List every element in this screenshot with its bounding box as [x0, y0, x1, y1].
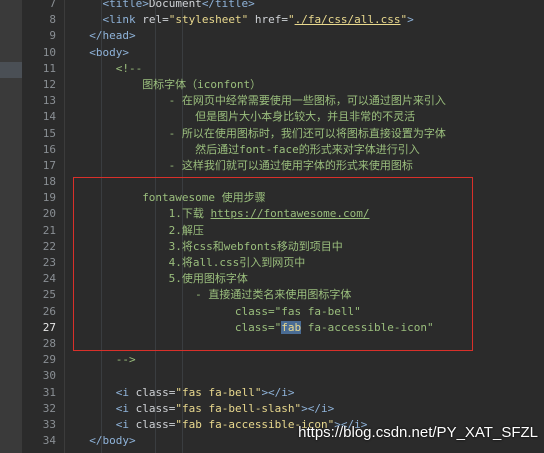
- code-token: <i: [115, 417, 136, 431]
- line-number: 20: [42, 207, 56, 221]
- code-line[interactable]: 10 <body>: [0, 45, 544, 61]
- code-line[interactable]: 29 -->: [0, 352, 544, 368]
- line-code: 但是图片大小本身比较大，并且非常的不灵活: [195, 109, 415, 125]
- code-line[interactable]: 31 <i class="fas fa-bell"></i>: [0, 385, 544, 401]
- code-token: - 所以在使用图标时，我们还可以将图标直接设置为字体: [168, 126, 446, 140]
- line-number: 21: [42, 223, 56, 237]
- line-code: 图标字体（iconfont）: [142, 77, 261, 93]
- code-token: 图标字体（iconfont）: [142, 77, 262, 91]
- code-line[interactable]: 12 图标字体（iconfont）: [0, 77, 544, 93]
- line-number: 27: [42, 320, 56, 334]
- code-line[interactable]: 11 <!--: [0, 61, 544, 77]
- code-line[interactable]: 17 - 这样我们就可以通过使用字体的形式来使用图标: [0, 158, 544, 174]
- line-code: <!--: [116, 61, 143, 77]
- line-number: 28: [42, 336, 56, 350]
- code-token: "fas fa-bell": [175, 385, 262, 399]
- code-token: ></i>: [261, 385, 295, 399]
- code-token: ./fa/css/all.css: [294, 13, 401, 27]
- line-number: 26: [42, 304, 56, 318]
- line-code: </head>: [89, 28, 135, 44]
- line-number: 17: [42, 158, 56, 172]
- code-token: ></i>: [301, 401, 335, 415]
- watermark-text: https://blog.csdn.net/PY_XAT_SFZL: [298, 424, 538, 441]
- line-code: <title>Document</title>: [102, 0, 254, 12]
- code-token: href=: [248, 13, 288, 27]
- code-token: <i: [115, 401, 136, 415]
- code-line[interactable]: 16 然后通过font-face的形式来对字体进行引入: [0, 142, 544, 158]
- line-number: 22: [42, 239, 56, 253]
- code-line[interactable]: 30: [0, 368, 544, 384]
- code-token: </body>: [89, 434, 136, 448]
- code-token: 但是图片大小本身比较大，并且非常的不灵活: [195, 110, 416, 124]
- code-line[interactable]: 8 <link rel="stylesheet" href="./fa/css/a…: [0, 12, 544, 28]
- line-number: 34: [42, 434, 56, 448]
- code-token: <!--: [115, 61, 143, 75]
- line-number: 9: [49, 29, 56, 43]
- red-highlight-box: [73, 177, 473, 351]
- code-token: </head>: [89, 29, 136, 43]
- line-code: - 在网页中经常需要使用一些图标，可以通过图片来引入: [169, 93, 446, 109]
- code-token: <link: [102, 13, 143, 27]
- line-number: 7: [49, 0, 56, 10]
- code-token: "stylesheet": [168, 13, 249, 27]
- line-number: 12: [42, 77, 56, 91]
- code-line[interactable]: 9 </head>: [0, 28, 544, 44]
- line-number: 15: [42, 126, 56, 140]
- line-code: <link rel="stylesheet" href="./fa/css/al…: [102, 12, 413, 28]
- line-number: 32: [42, 401, 56, 415]
- code-token: - 在网页中经常需要使用一些图标，可以通过图片来引入: [168, 94, 446, 108]
- line-number: 8: [49, 13, 56, 27]
- code-token: rel=: [142, 13, 169, 27]
- line-number: 30: [42, 369, 56, 383]
- code-token: 然后通过font-face的形式来对字体进行引入: [195, 142, 420, 156]
- line-code: <i class="fas fa-bell"></i>: [116, 385, 295, 401]
- line-number: 14: [42, 110, 56, 124]
- line-number: 25: [42, 288, 56, 302]
- code-line[interactable]: 32 <i class="fas fa-bell-slash"></i>: [0, 401, 544, 417]
- code-token: >: [407, 13, 414, 27]
- code-token: <title>: [102, 0, 149, 10]
- line-code: </body>: [89, 433, 135, 449]
- code-token: </title>: [201, 0, 255, 10]
- line-number: 29: [42, 353, 56, 367]
- code-line[interactable]: 14 但是图片大小本身比较大，并且非常的不灵活: [0, 109, 544, 125]
- line-number: 33: [42, 417, 56, 431]
- line-code: - 所以在使用图标时，我们还可以将图标直接设置为字体: [169, 126, 446, 142]
- line-code: <i class="fas fa-bell-slash"></i>: [116, 401, 335, 417]
- line-code: - 这样我们就可以通过使用字体的形式来使用图标: [169, 158, 413, 174]
- code-token: Document: [148, 0, 202, 10]
- code-token: - 这样我们就可以通过使用字体的形式来使用图标: [168, 158, 413, 172]
- line-number: 19: [42, 191, 56, 205]
- line-number: 24: [42, 272, 56, 286]
- code-token: class=: [135, 401, 176, 415]
- line-number: 18: [42, 175, 56, 189]
- code-line[interactable]: 15 - 所以在使用图标时，我们还可以将图标直接设置为字体: [0, 126, 544, 142]
- line-number: 10: [42, 45, 56, 59]
- code-line[interactable]: 13 - 在网页中经常需要使用一些图标，可以通过图片来引入: [0, 93, 544, 109]
- line-number: 31: [42, 385, 56, 399]
- line-number: 13: [42, 94, 56, 108]
- code-line[interactable]: 7 <title>Document</title>: [0, 0, 544, 12]
- code-token: "fas fa-bell-slash": [175, 401, 302, 415]
- line-code: -->: [116, 352, 136, 368]
- code-token: <body>: [89, 45, 129, 59]
- code-token: class=: [135, 417, 176, 431]
- line-code: <body>: [89, 45, 129, 61]
- line-code: 然后通过font-face的形式来对字体进行引入: [195, 142, 420, 158]
- line-number: 23: [42, 256, 56, 269]
- code-token: -->: [115, 353, 136, 367]
- code-token: ": [287, 13, 295, 27]
- code-token: <i: [115, 385, 136, 399]
- line-number: 11: [42, 61, 56, 75]
- code-token: class=: [135, 385, 176, 399]
- line-number: 16: [42, 142, 56, 156]
